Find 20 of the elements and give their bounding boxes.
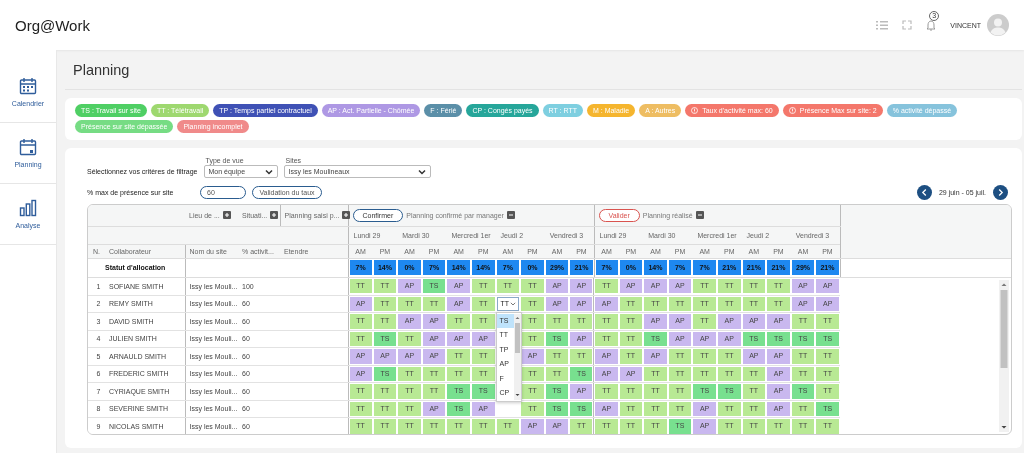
plus-box-icon[interactable] <box>222 211 231 220</box>
previous-button[interactable] <box>916 184 932 200</box>
page-title: Planning <box>65 62 1022 90</box>
bar-chart-icon <box>19 199 37 217</box>
minus-box-icon[interactable] <box>695 211 704 220</box>
warning-icon <box>691 107 699 114</box>
scrollbar[interactable] <box>513 313 521 400</box>
chevron-down-icon <box>264 168 273 175</box>
next-button[interactable] <box>993 184 1008 200</box>
calendar-icon <box>19 138 37 156</box>
chevron-down-icon <box>417 168 426 175</box>
warning-icon <box>788 107 796 114</box>
scrollbar[interactable] <box>999 279 1009 432</box>
chevron-down-icon <box>510 301 517 306</box>
app-logo: Org@Work <box>15 16 90 34</box>
plus-box-icon[interactable] <box>342 211 351 220</box>
calendar-icon <box>19 77 37 95</box>
bell-icon[interactable] <box>926 19 937 31</box>
plus-box-icon[interactable] <box>270 211 279 220</box>
minus-box-icon[interactable] <box>506 211 515 220</box>
